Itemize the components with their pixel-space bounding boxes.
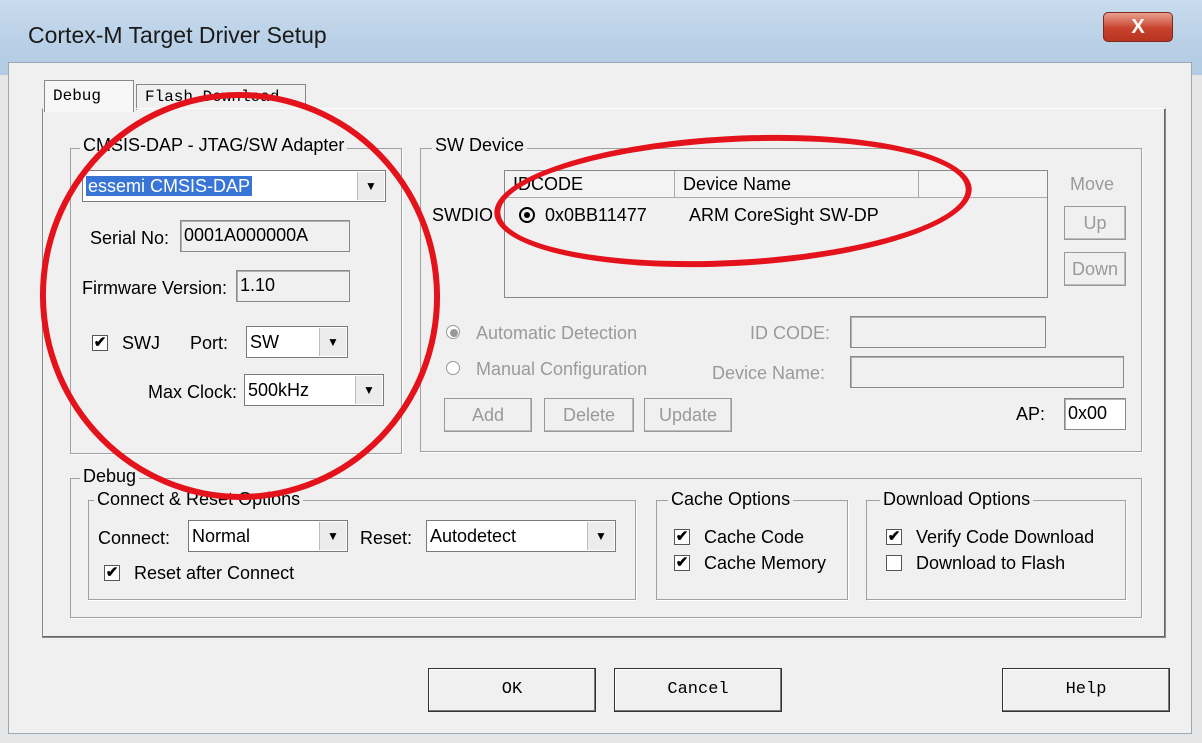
debug-group-title: Debug [80,466,140,487]
ok-button[interactable]: OK [428,668,596,712]
cache-options-group [656,500,848,600]
device-name-field[interactable] [850,356,1124,388]
cache-code-checkbox[interactable]: ✔ [674,529,690,545]
window-title: Cortex-M Target Driver Setup [28,22,327,48]
column-idcode[interactable]: IDCODE [505,171,675,198]
column-device-name[interactable]: Device Name [675,171,919,198]
chevron-down-icon[interactable]: ▼ [355,376,382,404]
id-code-label: ID CODE: [750,323,831,343]
sw-device-group-title: SW Device [432,135,528,156]
verify-download-checkbox[interactable]: ✔ [886,529,902,545]
firmware-label: Firmware Version: [82,278,228,298]
download-options-title: Download Options [880,489,1034,510]
auto-detect-radio[interactable] [446,325,460,339]
row-device-name: ARM CoreSight SW-DP [689,205,879,225]
chevron-down-icon[interactable]: ▼ [587,522,614,550]
manual-config-radio[interactable] [446,361,460,375]
move-label: Move [1070,174,1115,194]
move-up-button[interactable]: Up [1064,206,1126,240]
cancel-button[interactable]: Cancel [614,668,782,712]
tab-flash-download[interactable]: Flash Download [136,84,306,110]
chevron-down-icon[interactable]: ▼ [319,522,346,550]
verify-download-label: Verify Code Download [916,527,1095,547]
swdio-label: SWDIO [432,205,493,225]
max-clock-select[interactable]: 500kHz ▼ [244,374,384,406]
reset-label: Reset: [360,528,413,548]
ap-label: AP: [1016,404,1046,424]
close-button[interactable]: X [1103,12,1173,42]
serial-label: Serial No: [90,228,170,248]
table-row[interactable]: 0x0BB11477 ARM CoreSight SW-DP [505,199,1047,233]
download-options-group [866,500,1126,600]
adapter-select[interactable]: essemi CMSIS-DAP ▼ [82,170,386,202]
reset-select[interactable]: Autodetect ▼ [426,520,616,552]
reset-after-connect-label: Reset after Connect [134,563,295,583]
device-list[interactable]: IDCODE Device Name 0x0BB11477 ARM CoreSi… [504,170,1048,298]
manual-config-label: Manual Configuration [476,359,648,379]
download-to-flash-label: Download to Flash [916,553,1066,573]
device-name-label: Device Name: [712,363,826,383]
cache-memory-label: Cache Memory [704,553,827,573]
download-to-flash-checkbox[interactable] [886,555,902,571]
swj-label: SWJ [122,333,160,353]
adapter-selected-value: essemi CMSIS-DAP [86,176,253,196]
chevron-down-icon[interactable]: ▼ [357,172,384,200]
swj-checkbox[interactable]: ✔ [92,335,108,351]
auto-detect-label: Automatic Detection [476,323,638,343]
connect-label: Connect: [98,528,171,548]
tab-debug[interactable]: Debug [44,80,134,112]
cache-code-label: Cache Code [704,527,805,547]
max-clock-label: Max Clock: [148,382,238,402]
move-down-button[interactable]: Down [1064,252,1126,286]
port-label: Port: [190,333,229,353]
cache-options-title: Cache Options [668,489,794,510]
chevron-down-icon[interactable]: ▼ [319,328,346,356]
connect-reset-title: Connect & Reset Options [94,489,304,510]
ap-field[interactable]: 0x00 [1064,398,1126,430]
cache-memory-checkbox[interactable]: ✔ [674,555,690,571]
port-value: SW [250,332,279,352]
port-select[interactable]: SW ▼ [246,326,348,358]
firmware-field: 1.10 [236,270,350,302]
adapter-group-title: CMSIS-DAP - JTAG/SW Adapter [80,135,348,156]
delete-button[interactable]: Delete [544,398,634,432]
reset-value: Autodetect [430,526,517,546]
update-button[interactable]: Update [644,398,732,432]
max-clock-value: 500kHz [248,380,310,400]
connect-value: Normal [192,526,251,546]
reset-after-connect-checkbox[interactable]: ✔ [104,565,120,581]
id-code-field[interactable] [850,316,1046,348]
device-radio-icon [519,207,535,223]
help-button[interactable]: Help [1002,668,1170,712]
connect-select[interactable]: Normal ▼ [188,520,348,552]
row-idcode: 0x0BB11477 [545,205,647,225]
add-button[interactable]: Add [444,398,532,432]
serial-field: 0001A000000A [180,220,350,252]
